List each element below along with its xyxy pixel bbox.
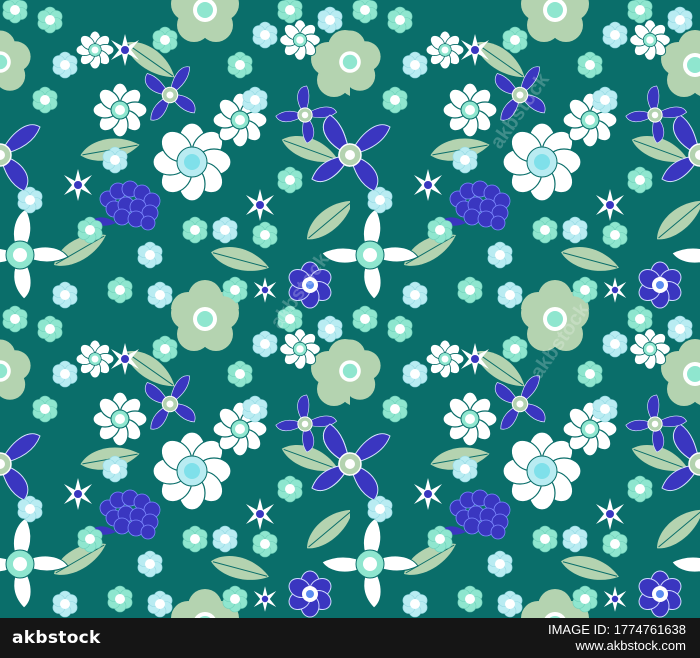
seamless-floral-pattern: akbstock akbstock akbstock bbox=[0, 0, 700, 618]
brand-logo-text: akbstock bbox=[12, 628, 101, 648]
floral-pattern-image: akbstock akbstock akbstock bbox=[0, 0, 700, 618]
footer-bar: akbstock IMAGE ID: 1774761638 www.akbsto… bbox=[0, 618, 700, 658]
image-info: IMAGE ID: 1774761638 www.akbstock.com bbox=[548, 622, 686, 654]
image-id-label: IMAGE ID: 1774761638 bbox=[547, 622, 686, 637]
site-url: www.akbstock.com bbox=[575, 638, 686, 653]
